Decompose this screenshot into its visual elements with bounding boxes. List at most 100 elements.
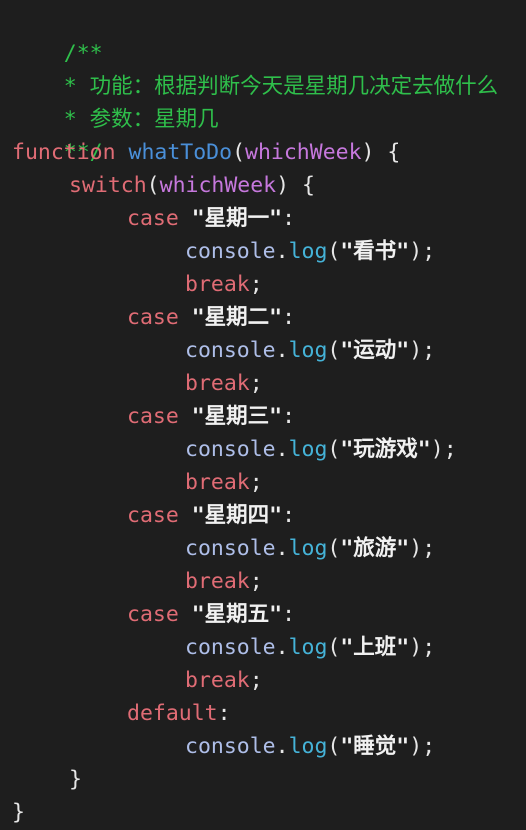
switch-arg: whichWeek	[159, 173, 277, 198]
code-line: default:	[12, 697, 526, 730]
dot: .	[275, 437, 289, 462]
code-line: break;	[12, 565, 526, 598]
comment-open: /**	[63, 41, 103, 66]
comment-line: * 参数：星期几	[63, 107, 219, 132]
dot: .	[275, 536, 289, 561]
console-object: console	[185, 734, 276, 759]
code-line: console.log("旅游");	[12, 532, 526, 565]
code-line: case "星期一":	[12, 202, 526, 235]
open-paren: (	[146, 173, 160, 198]
function-name: whatToDo	[128, 140, 233, 165]
close-paren-brace: ) {	[276, 173, 315, 198]
log-method: log	[288, 437, 328, 462]
close-paren: );	[409, 239, 436, 264]
code-line: console.log("睡觉");	[12, 730, 526, 763]
case-keyword: case	[127, 503, 179, 528]
break-keyword: break	[185, 470, 250, 495]
console-object: console	[185, 239, 276, 264]
code-line: function whatToDo(whichWeek) {	[12, 136, 526, 169]
case-label: "星期二"	[191, 305, 283, 330]
code-line: }	[12, 796, 526, 829]
log-arg: "玩游戏"	[340, 437, 431, 462]
colon: :	[282, 602, 296, 627]
colon: :	[282, 503, 296, 528]
code-line: console.log("运动");	[12, 334, 526, 367]
log-arg: "上班"	[340, 635, 410, 660]
code-line: case "星期二":	[12, 301, 526, 334]
log-arg: "看书"	[340, 239, 410, 264]
open-paren: (	[327, 734, 341, 759]
code-line: }	[12, 763, 526, 796]
case-label: "星期四"	[191, 503, 283, 528]
log-arg: "睡觉"	[340, 734, 410, 759]
dot: .	[275, 635, 289, 660]
colon: :	[217, 701, 231, 726]
code-line: break;	[12, 367, 526, 400]
case-label: "星期五"	[191, 602, 283, 627]
semicolon: ;	[249, 668, 263, 693]
log-method: log	[288, 536, 328, 561]
code-line: console.log("上班");	[12, 631, 526, 664]
case-label: "星期三"	[191, 404, 283, 429]
close-paren: );	[409, 536, 436, 561]
colon: :	[282, 305, 296, 330]
open-paren: (	[327, 536, 341, 561]
function-keyword: function	[12, 140, 116, 165]
open-paren: (	[327, 239, 341, 264]
console-object: console	[185, 338, 276, 363]
console-object: console	[185, 536, 276, 561]
break-keyword: break	[185, 569, 250, 594]
function-param: whichWeek	[245, 140, 362, 165]
code-line: case "星期四":	[12, 499, 526, 532]
log-method: log	[288, 239, 328, 264]
break-keyword: break	[185, 371, 250, 396]
break-keyword: break	[185, 668, 250, 693]
break-keyword: break	[185, 272, 250, 297]
close-paren: );	[409, 635, 436, 660]
close-paren: );	[409, 734, 436, 759]
close-paren-brace: ) {	[361, 140, 401, 165]
log-arg: "运动"	[340, 338, 410, 363]
code-line: console.log("玩游戏");	[12, 433, 526, 466]
close-paren: );	[430, 437, 457, 462]
close-paren: );	[409, 338, 436, 363]
code-line: console.log("看书");	[12, 235, 526, 268]
code-line: case "星期五":	[12, 598, 526, 631]
console-object: console	[185, 437, 276, 462]
semicolon: ;	[249, 371, 263, 396]
open-paren: (	[327, 437, 341, 462]
code-editor[interactable]: /** * 功能：根据判断今天是星期几决定去做什么 * 参数：星期几 **/ f…	[0, 0, 526, 830]
case-keyword: case	[127, 404, 179, 429]
semicolon: ;	[249, 272, 263, 297]
code-line: break;	[12, 664, 526, 697]
switch-keyword: switch	[69, 173, 147, 198]
colon: :	[282, 206, 296, 231]
case-keyword: case	[127, 602, 179, 627]
code-line: break;	[12, 466, 526, 499]
code-line: switch(whichWeek) {	[12, 169, 526, 202]
case-keyword: case	[127, 206, 179, 231]
dot: .	[275, 338, 289, 363]
open-paren: (	[327, 635, 341, 660]
code-line: case "星期三":	[12, 400, 526, 433]
log-method: log	[288, 635, 328, 660]
semicolon: ;	[249, 470, 263, 495]
open-paren: (	[327, 338, 341, 363]
switch-close-brace: }	[69, 767, 82, 792]
code-line: /**	[12, 4, 526, 66]
log-method: log	[288, 734, 328, 759]
default-keyword: default	[127, 701, 218, 726]
log-arg: "旅游"	[340, 536, 410, 561]
console-object: console	[185, 635, 276, 660]
dot: .	[275, 734, 289, 759]
log-method: log	[288, 338, 328, 363]
function-close-brace: }	[12, 800, 25, 825]
dot: .	[275, 239, 289, 264]
open-paren: (	[232, 140, 246, 165]
case-keyword: case	[127, 305, 179, 330]
semicolon: ;	[249, 569, 263, 594]
code-line: break;	[12, 268, 526, 301]
comment-line: * 功能：根据判断今天是星期几决定去做什么	[63, 74, 499, 99]
case-label: "星期一"	[191, 206, 283, 231]
colon: :	[282, 404, 296, 429]
